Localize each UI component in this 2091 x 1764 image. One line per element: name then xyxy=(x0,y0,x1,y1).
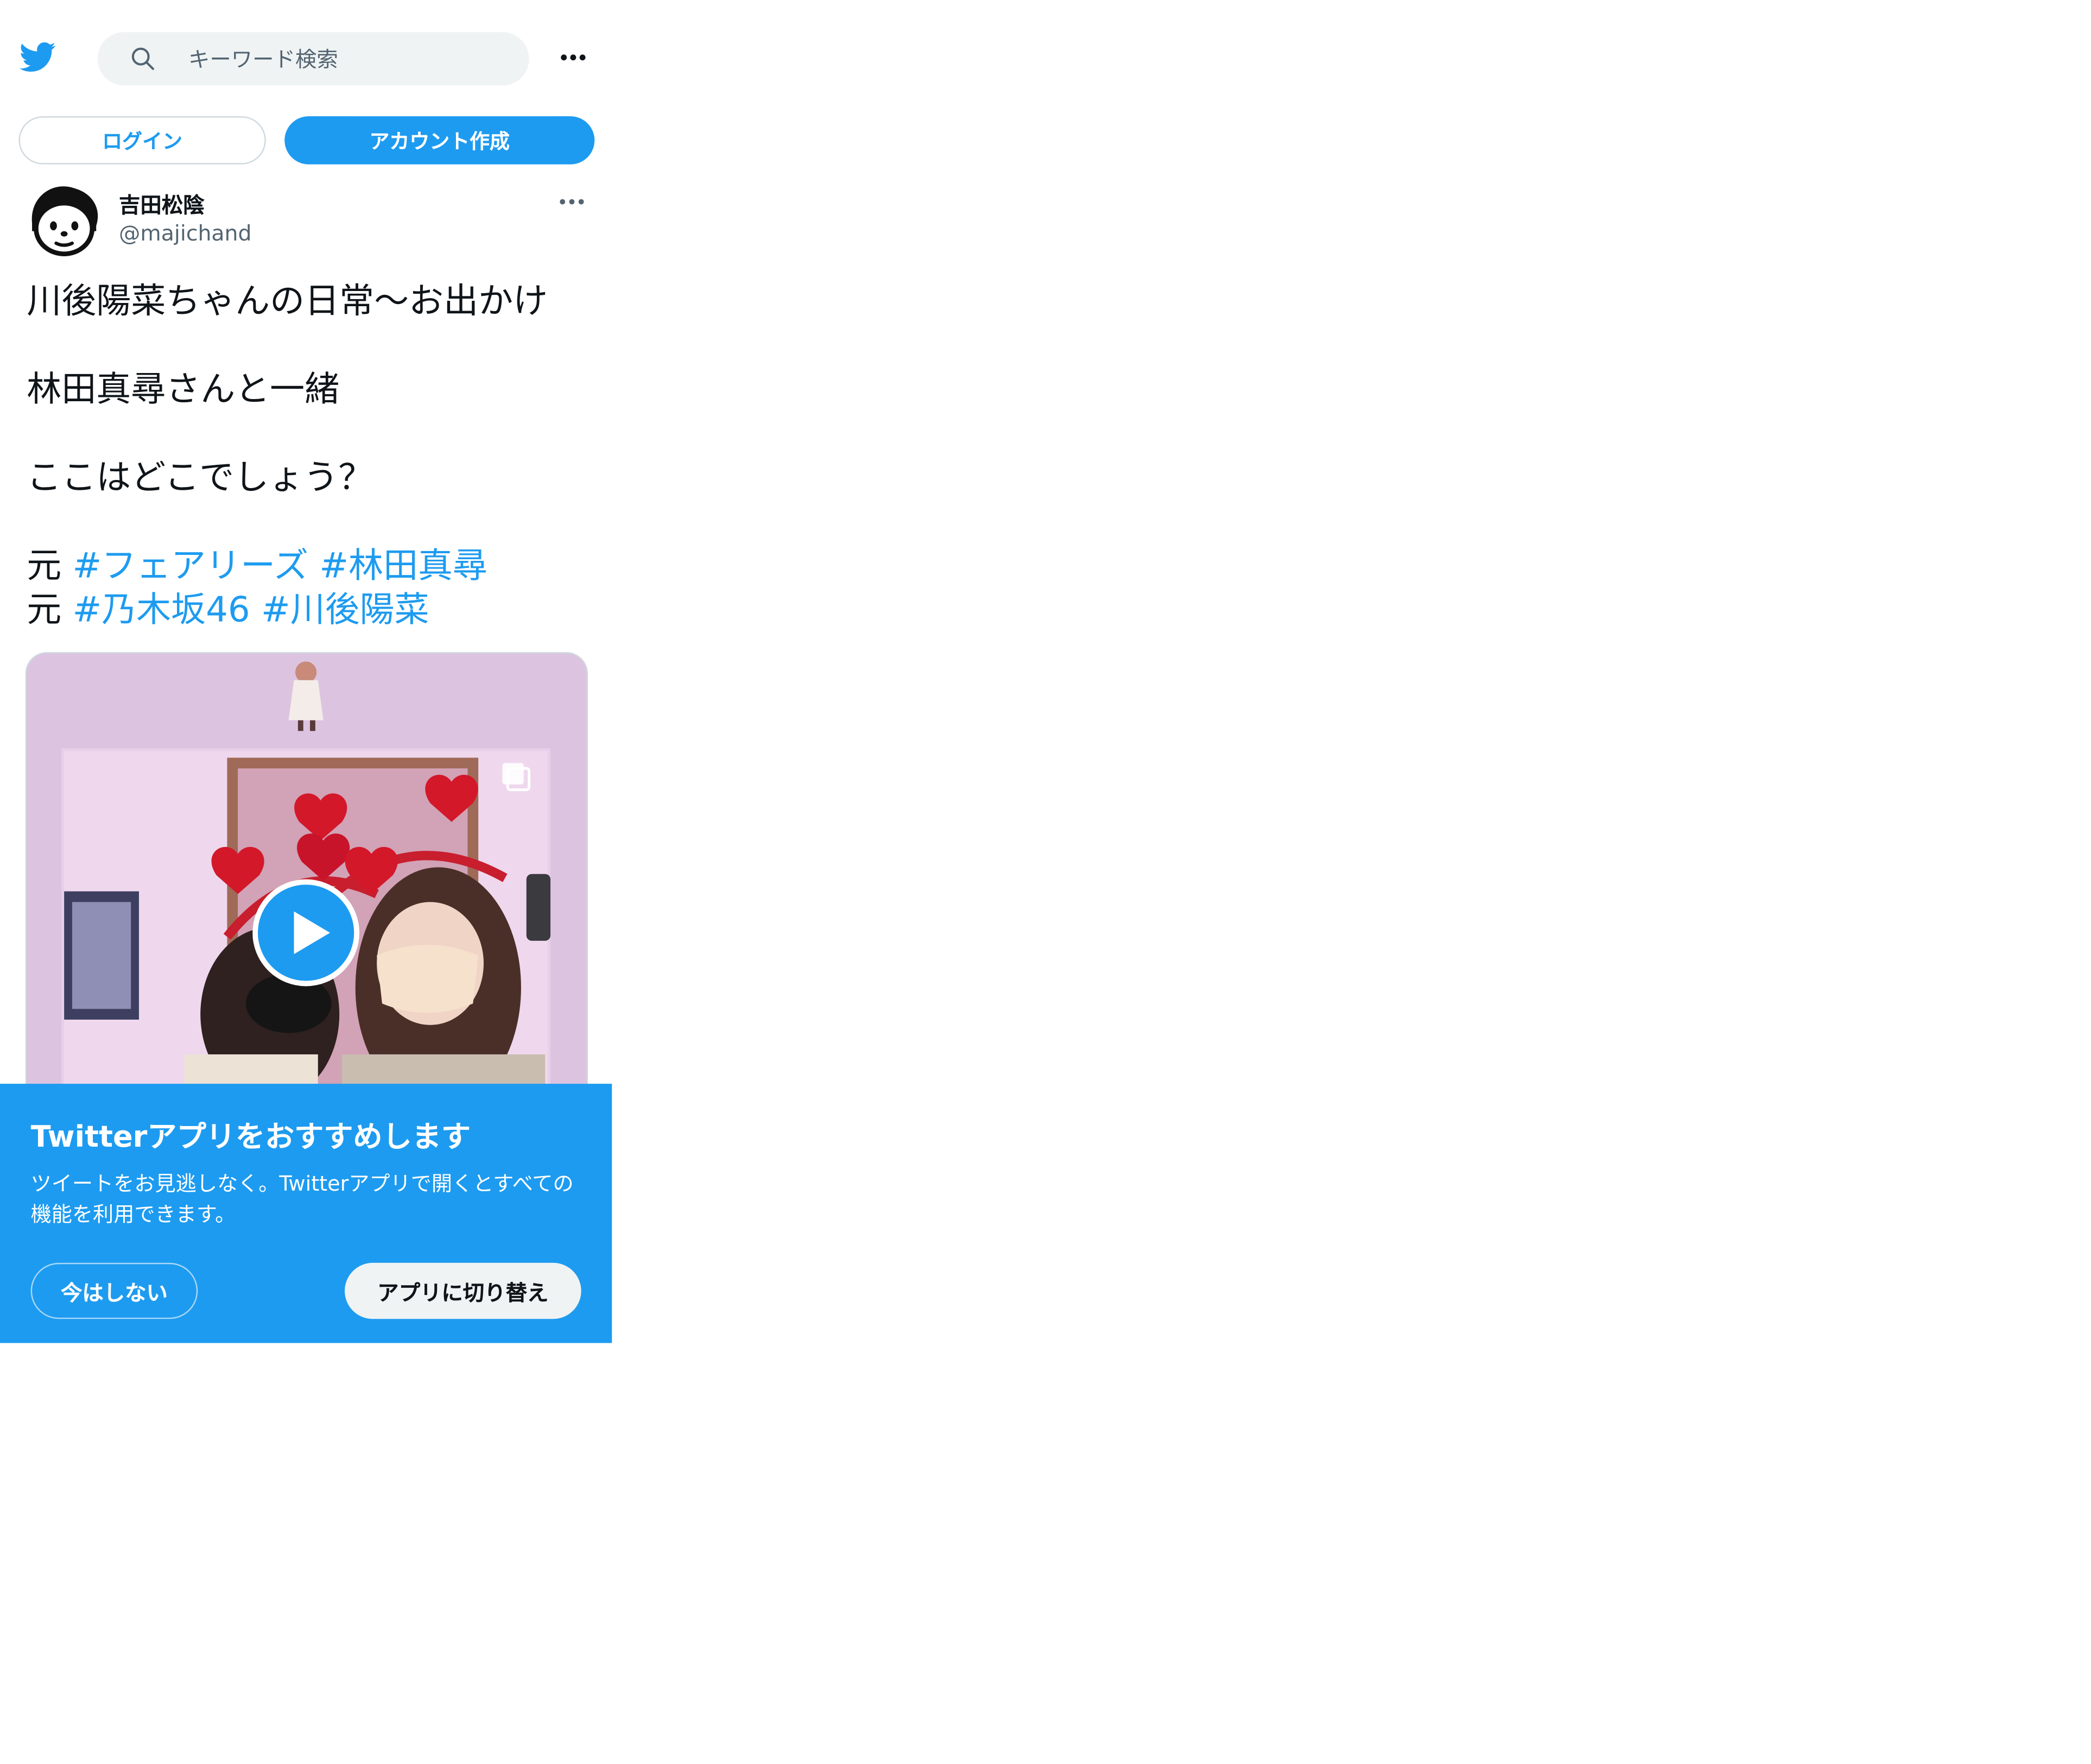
avatar[interactable] xyxy=(27,183,102,258)
tweet-hashtag-line: 元 #フェアリーズ #林田真尋 xyxy=(27,545,588,589)
signup-button[interactable]: アカウント作成 xyxy=(284,116,595,165)
banner-body: ツイートをお見逃しなく。Twitterアプリで開くとすべての機能を利用できます。 xyxy=(30,1172,574,1227)
tweet-line: ここはどこでしょう？ xyxy=(27,458,373,499)
more-options-icon[interactable] xyxy=(560,53,586,61)
tweet-line: 川後陽菜ちゃんの日常～お出かけ xyxy=(27,282,548,323)
tweet-text-prefix: 元 xyxy=(27,546,73,587)
hashtag-link[interactable]: #フェアリーズ xyxy=(73,547,308,587)
author-name[interactable]: 吉田松陰 xyxy=(119,187,205,219)
author-handle[interactable]: @majichand xyxy=(119,220,251,246)
hashtag-link[interactable]: #川後陽菜 xyxy=(261,591,429,631)
not-now-button[interactable]: 今はしない xyxy=(30,1262,198,1319)
login-button[interactable]: ログイン xyxy=(18,116,266,165)
hashtag-link[interactable]: #乃木坂46 xyxy=(73,591,250,631)
search-input[interactable] xyxy=(186,45,512,73)
tweet-text: 川後陽菜ちゃんの日常～お出かけ 林田真尋さんと一緒 ここはどこでしょう？ 元 #… xyxy=(27,281,588,634)
search-icon xyxy=(131,47,154,70)
play-icon[interactable] xyxy=(252,879,360,987)
twitter-logo-icon[interactable] xyxy=(18,39,57,74)
tweet-more-icon[interactable] xyxy=(559,198,585,206)
app-promo-banner: Twitterアプリをおすすめします ツイートをお見逃しなく。Twitterアプ… xyxy=(0,1084,612,1343)
tweet-text-prefix: 元 xyxy=(27,590,73,631)
search-box[interactable] xyxy=(97,32,529,86)
switch-to-app-button[interactable]: アプリに切り替え xyxy=(345,1262,581,1319)
tweet-line: 林田真尋さんと一緒 xyxy=(27,370,340,410)
hashtag-link[interactable]: #林田真尋 xyxy=(319,547,487,587)
tweet-hashtag-line: 元 #乃木坂46 #川後陽菜 xyxy=(27,589,588,633)
banner-title: Twitterアプリをおすすめします xyxy=(30,1121,471,1155)
